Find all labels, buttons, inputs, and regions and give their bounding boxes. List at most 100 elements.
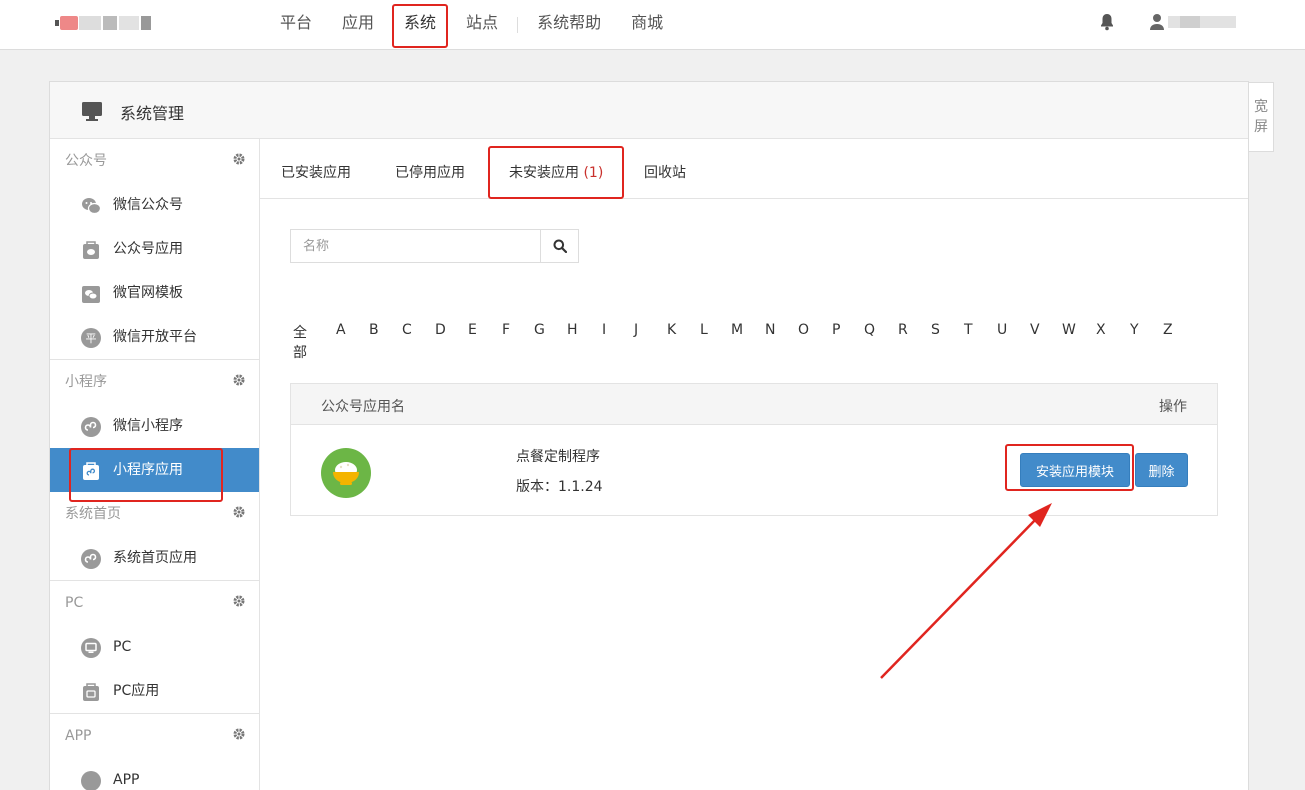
sidebar-group-label: 系统首页 (65, 506, 121, 522)
sidebar-group-app: APP (50, 714, 259, 758)
tab-label: 未安装应用 (509, 165, 579, 181)
sidebar-group-label: 公众号 (65, 153, 107, 169)
platform-icon: 平 (81, 328, 101, 348)
letter-filter-q[interactable]: Q (864, 322, 875, 338)
letter-filter-i[interactable]: I (602, 322, 606, 338)
letter-filter-e[interactable]: E (468, 322, 477, 338)
letter-filter-s[interactable]: S (931, 322, 940, 338)
letter-filter-h[interactable]: H (567, 322, 578, 338)
sidebar-group-homepage: 系统首页 (50, 492, 259, 536)
gear-icon[interactable] (233, 506, 245, 518)
nav-site[interactable]: 站点 (451, 0, 513, 50)
letter-filter-n[interactable]: N (765, 322, 775, 338)
app-name: 点餐定制程序 (516, 449, 600, 465)
sidebar-item-wechat-miniprogram[interactable]: 微信小程序 (50, 404, 259, 448)
sidebar-item-account-apps[interactable]: 公众号应用 (50, 227, 259, 271)
letter-filter-all[interactable]: 全部 (293, 322, 307, 362)
nav-divider (517, 17, 519, 33)
user-icon (1150, 14, 1164, 30)
letter-filter-z[interactable]: Z (1163, 322, 1173, 338)
app-circle-icon (81, 771, 101, 790)
nav-system[interactable]: 系统 (389, 0, 451, 50)
delete-button[interactable]: 删除 (1135, 453, 1188, 487)
svg-text:平: 平 (86, 332, 97, 345)
sidebar-item-app[interactable]: APP (50, 758, 259, 790)
tab-installed[interactable]: 已安装应用 (281, 139, 351, 199)
main-content: 已安装应用 已停用应用 未安装应用 (1) 回收站 全部 A B C D E (260, 139, 1248, 790)
monitor-icon (82, 102, 102, 121)
table-header: 公众号应用名 操作 (291, 384, 1217, 425)
letter-filter-d[interactable]: D (435, 322, 446, 338)
letter-filter-w[interactable]: W (1062, 322, 1076, 338)
letter-filter-p[interactable]: P (832, 322, 840, 338)
sidebar-item-miniprogram-apps[interactable]: 小程序应用 (50, 448, 259, 502)
search-box (290, 229, 579, 263)
letter-filter-a[interactable]: A (336, 322, 346, 338)
sidebar-item-pc[interactable]: PC (50, 625, 259, 669)
bag-icon (83, 241, 99, 259)
letter-filter-c[interactable]: C (402, 322, 412, 338)
system-panel: 系统管理 公众号 微信公众号 公众号应用 微官网模板 平 微信开放平台 小程序 (49, 81, 1249, 790)
sidebar-item-homepage-apps[interactable]: 系统首页应用 (50, 536, 259, 580)
tab-disabled[interactable]: 已停用应用 (395, 139, 465, 199)
letter-filter-v[interactable]: V (1030, 322, 1040, 338)
nav-system-help[interactable]: 系统帮助 (522, 0, 616, 50)
logo[interactable] (55, 14, 160, 32)
letter-filter-b[interactable]: B (369, 322, 379, 338)
letter-filter-g[interactable]: G (534, 322, 545, 338)
sidebar-item-microsite-templates[interactable]: 微官网模板 (50, 271, 259, 315)
sidebar-item-pc-apps[interactable]: PC应用 (50, 669, 259, 713)
search-button[interactable] (540, 230, 578, 262)
letter-filter-m[interactable]: M (731, 322, 743, 338)
template-icon (82, 286, 100, 303)
bag-icon (83, 683, 99, 701)
app-version: 版本：1.1.24 (516, 479, 603, 495)
letter-filter-y[interactable]: Y (1130, 322, 1139, 338)
letter-filter-x[interactable]: X (1096, 322, 1106, 338)
letter-filter-l[interactable]: L (700, 322, 708, 338)
letter-filter-k[interactable]: K (667, 322, 676, 338)
wide-screen-label: 宽屏 (1254, 99, 1268, 135)
sidebar-item-label: 微信公众号 (113, 197, 183, 213)
letter-filter-t[interactable]: T (964, 322, 973, 338)
wide-screen-toggle[interactable]: 宽屏 (1248, 82, 1274, 152)
app-icon (321, 448, 371, 498)
search-input[interactable] (291, 230, 541, 262)
sidebar-item-label: APP (113, 772, 140, 788)
sidebar-item-label: 微信小程序 (113, 418, 183, 434)
user-menu[interactable] (1150, 12, 1240, 32)
letter-filter-r[interactable]: R (898, 322, 908, 338)
tab-bar: 已安装应用 已停用应用 未安装应用 (1) 回收站 (260, 139, 1248, 199)
letter-filter-o[interactable]: O (798, 322, 809, 338)
sidebar-group-label: APP (65, 728, 92, 744)
gear-icon[interactable] (233, 595, 245, 607)
sidebar-group-miniprogram: 小程序 (50, 360, 259, 404)
miniprogram-bag-icon (83, 462, 99, 480)
sidebar-item-label: 微官网模板 (113, 285, 183, 301)
gear-icon[interactable] (233, 728, 245, 740)
rice-bowl-icon (333, 462, 359, 485)
sidebar-item-label: 系统首页应用 (113, 550, 197, 566)
sidebar-group-label: 小程序 (65, 374, 107, 390)
gear-icon[interactable] (233, 153, 245, 165)
gear-icon[interactable] (233, 374, 245, 386)
username-blurred-part (1180, 16, 1200, 28)
bell-icon[interactable] (1099, 13, 1115, 31)
sidebar-item-wechat-account[interactable]: 微信公众号 (50, 183, 259, 227)
sidebar-item-label: 公众号应用 (113, 241, 183, 257)
tab-recycle-bin[interactable]: 回收站 (644, 139, 686, 199)
letter-filter-u[interactable]: U (997, 322, 1007, 338)
miniprogram-icon (81, 417, 101, 437)
nav-platform[interactable]: 平台 (265, 0, 327, 50)
nav-apps[interactable]: 应用 (327, 0, 389, 50)
install-module-button[interactable]: 安装应用模块 (1020, 453, 1130, 487)
wechat-icon (82, 198, 102, 215)
sidebar-item-open-platform[interactable]: 平 微信开放平台 (50, 315, 259, 359)
tab-count-badge: (1) (583, 165, 604, 181)
letter-filter-j[interactable]: J (634, 322, 638, 338)
page-title: 系统管理 (120, 104, 185, 123)
app-table: 公众号应用名 操作 点餐定制程序 版本：1.1.24 安装应用模块 删除 (290, 383, 1218, 516)
tab-uninstalled[interactable]: 未安装应用 (1) (487, 139, 625, 199)
nav-mall[interactable]: 商城 (616, 0, 678, 50)
letter-filter-f[interactable]: F (502, 322, 510, 338)
